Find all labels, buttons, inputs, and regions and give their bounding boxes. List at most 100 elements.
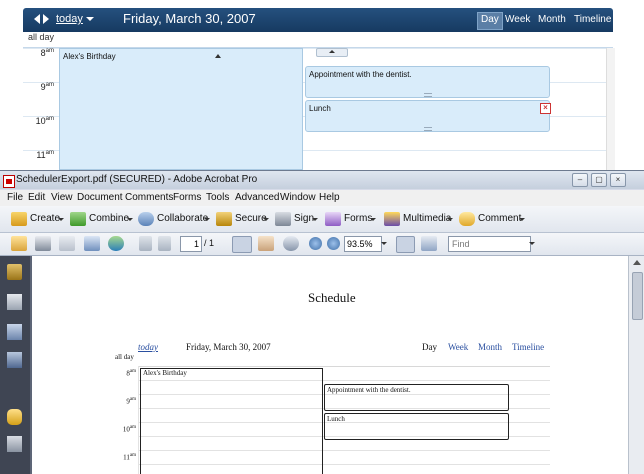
view-timeline-button[interactable]: Timeline <box>571 12 614 28</box>
previous-day-arrow-icon[interactable] <box>34 14 40 24</box>
scheduler-date-title: Friday, March 30, 2007 <box>123 11 256 26</box>
menu-forms[interactable]: Forms <box>173 192 201 203</box>
chevron-down-icon <box>58 218 64 221</box>
view-day-button[interactable]: Day <box>477 12 503 30</box>
title-bar[interactable]: SchedulerExport.pdf (SECURED) - Adobe Ac… <box>0 171 644 189</box>
fit-page-icon[interactable] <box>396 236 415 253</box>
find-dropdown-icon[interactable] <box>529 242 535 245</box>
chevron-up-icon <box>329 50 335 53</box>
appointment-birthday[interactable]: Alex's Birthday <box>59 48 303 170</box>
print-icon[interactable] <box>35 236 51 251</box>
zoom-in-icon[interactable] <box>327 237 340 250</box>
next-day-arrow-icon[interactable] <box>43 14 49 24</box>
today-link[interactable]: today <box>56 13 83 25</box>
previous-page-icon[interactable] <box>139 236 152 251</box>
minimize-button[interactable]: – <box>572 173 588 187</box>
pdf-divider <box>138 366 139 474</box>
signatures-icon[interactable] <box>7 352 22 368</box>
zoom-level-input[interactable]: 93.5% <box>344 236 382 252</box>
full-screen-icon[interactable] <box>421 236 437 251</box>
all-day-row[interactable]: all day <box>23 32 613 48</box>
navigation-panel-rail <box>0 256 30 474</box>
secure-button[interactable]: Secure <box>216 210 269 228</box>
pdf-today-link: today <box>138 342 158 352</box>
email-icon[interactable] <box>84 236 100 251</box>
page-number-input[interactable]: 1 <box>180 236 202 252</box>
scheduler-time-grid[interactable]: 8am 9am 10am 11am Alex's Birthday Appoin… <box>23 48 606 170</box>
comments-icon[interactable] <box>7 409 22 425</box>
bookmarks-icon[interactable] <box>7 324 22 340</box>
chevron-down-icon <box>204 218 210 221</box>
menu-help[interactable]: Help <box>319 192 340 203</box>
scheduler-scrollbar[interactable] <box>606 48 615 170</box>
sign-button[interactable]: Sign <box>275 210 319 228</box>
hour-label: 11am <box>36 150 54 160</box>
menu-tools[interactable]: Tools <box>206 192 229 203</box>
zoom-out-icon[interactable] <box>309 237 322 250</box>
today-dropdown-icon[interactable] <box>86 17 94 21</box>
multimedia-icon <box>384 212 400 226</box>
delete-appointment-icon[interactable]: × <box>540 103 551 114</box>
menu-file[interactable]: File <box>7 192 23 203</box>
menu-window[interactable]: Window <box>280 192 316 203</box>
lock-icon <box>216 212 232 226</box>
view-month-button[interactable]: Month <box>535 12 569 28</box>
restore-button[interactable]: ▢ <box>591 173 607 187</box>
pen-icon <box>275 212 291 226</box>
find-input[interactable]: Find <box>448 236 531 252</box>
web-globe-icon[interactable] <box>108 236 124 251</box>
window-title: SchedulerExport.pdf (SECURED) - Adobe Ac… <box>16 174 258 185</box>
close-button[interactable]: × <box>610 173 626 187</box>
create-button[interactable]: Create <box>11 210 67 228</box>
menu-view[interactable]: View <box>51 192 73 203</box>
chevron-down-icon <box>263 218 269 221</box>
pdf-view-day: Day <box>422 342 437 352</box>
scrollbar-thumb[interactable] <box>632 272 643 320</box>
multimedia-button[interactable]: Multimedia <box>384 210 454 228</box>
save-icon[interactable] <box>59 236 75 251</box>
zoom-dropdown-icon[interactable] <box>381 242 387 245</box>
select-text-icon[interactable] <box>232 236 252 253</box>
chevron-down-icon <box>519 218 525 221</box>
forms-button[interactable]: Forms <box>325 210 376 228</box>
appointment-dentist[interactable]: Appointment with the dentist. <box>305 66 550 98</box>
combine-button[interactable]: Combine <box>70 210 134 228</box>
pdf-page: Schedule today Friday, March 30, 2007 Da… <box>32 256 628 474</box>
next-page-icon[interactable] <box>158 236 171 251</box>
document-viewport[interactable]: Schedule today Friday, March 30, 2007 Da… <box>30 256 628 474</box>
chevron-down-icon <box>447 218 453 221</box>
scroll-up-arrow-icon[interactable] <box>215 54 221 58</box>
pdf-schedule-heading: Schedule <box>308 290 356 305</box>
all-day-label: all day <box>28 32 55 42</box>
comment-button[interactable]: Comment <box>459 210 525 228</box>
hand-tool-icon[interactable] <box>258 236 274 251</box>
scheduler-window: today Friday, March 30, 2007 Day Week Mo… <box>0 0 644 170</box>
resize-grip-icon[interactable] <box>424 93 432 97</box>
menu-document[interactable]: Document <box>77 192 123 203</box>
column-scroll-up-button[interactable] <box>316 48 348 57</box>
appointment-dentist-label: Appointment with the dentist. <box>309 70 412 79</box>
view-week-button[interactable]: Week <box>502 12 533 28</box>
menu-edit[interactable]: Edit <box>28 192 45 203</box>
pdf-appointment-dentist: Appointment with the dentist. <box>324 384 509 411</box>
collaborate-button[interactable]: Collaborate <box>138 210 210 228</box>
appointment-lunch[interactable]: Lunch × <box>305 100 551 132</box>
pdf-hour-label: 11am <box>123 453 136 462</box>
pdf-hour-label: 9am <box>126 397 136 406</box>
document-scrollbar[interactable] <box>628 256 644 474</box>
pdf-date: Friday, March 30, 2007 <box>186 342 271 352</box>
scroll-up-arrow-icon[interactable] <box>633 260 641 265</box>
comment-bubble-icon <box>459 212 475 226</box>
create-pdf-icon <box>11 212 27 226</box>
security-lock-icon[interactable] <box>7 264 22 280</box>
resize-grip-icon[interactable] <box>424 127 432 131</box>
attachment-paperclip-icon[interactable] <box>7 436 22 452</box>
open-folder-icon[interactable] <box>11 236 27 251</box>
pdf-appointment-lunch: Lunch <box>324 413 509 440</box>
menu-advanced[interactable]: Advanced <box>235 192 279 203</box>
menu-bar: File Edit View Document Comments Forms T… <box>0 190 644 206</box>
pdf-appointment-birthday: Alex's Birthday <box>140 368 323 474</box>
zoom-tool-icon[interactable] <box>283 236 299 251</box>
menu-comments[interactable]: Comments <box>125 192 173 203</box>
pages-icon[interactable] <box>7 294 22 310</box>
